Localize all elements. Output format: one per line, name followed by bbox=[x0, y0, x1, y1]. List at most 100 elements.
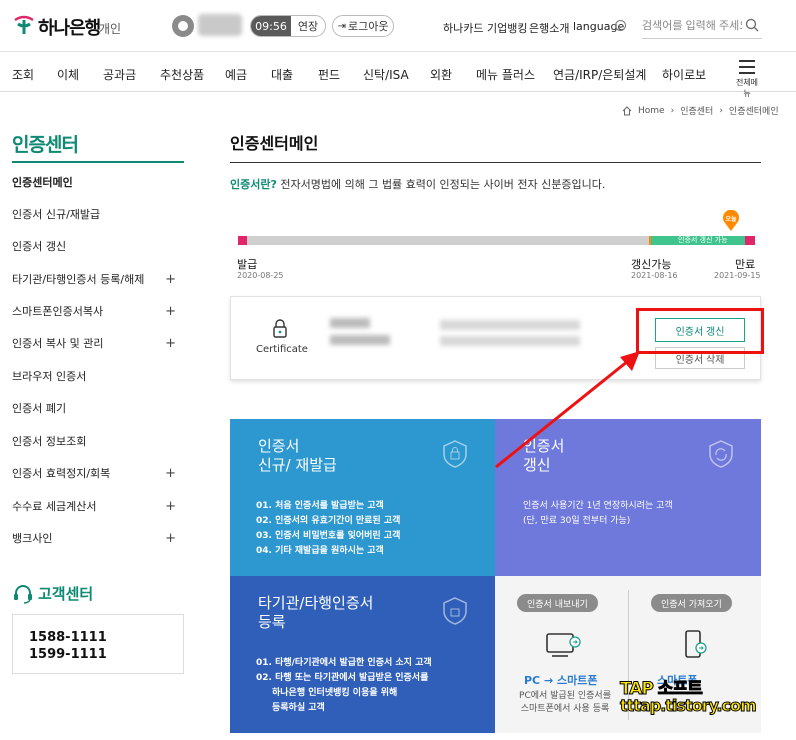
pc-to-phone-desc: PC에서 발급된 인증서를 스마트폰에서 사용 등록 bbox=[514, 690, 616, 716]
issue-date: 2020-08-25 bbox=[237, 271, 284, 280]
sidebar-item-smartphone-copy[interactable]: 스마트폰인증서복사 + bbox=[12, 301, 184, 321]
plus-icon[interactable]: + bbox=[165, 499, 176, 514]
gnb-item-fund[interactable]: 펀드 bbox=[318, 66, 340, 83]
plus-icon[interactable]: + bbox=[165, 304, 176, 319]
link-bank-intro[interactable]: 은행소개 bbox=[529, 20, 569, 36]
link-hanacard[interactable]: 하나카드 bbox=[443, 20, 483, 36]
gnb-item-menu-plus[interactable]: 메뉴 플러스 bbox=[476, 66, 535, 83]
gnb-item-hairobo[interactable]: 하이로보 bbox=[662, 66, 706, 83]
sidebar-item-cert-revoke[interactable]: 인증서 폐기 bbox=[12, 398, 184, 418]
plus-icon[interactable]: + bbox=[165, 336, 176, 351]
sidebar-item-cert-copy-manage[interactable]: 인증서 복사 및 관리 + bbox=[12, 333, 184, 353]
bank-name[interactable]: 하나은행 bbox=[38, 14, 101, 40]
sidebar-item-other-cert[interactable]: 타기관/타행인증서 등록/해제 + bbox=[12, 269, 184, 289]
gnb-item-deposit[interactable]: 예금 bbox=[225, 66, 247, 83]
hamburger-icon bbox=[739, 60, 755, 74]
expire-label: 만료 bbox=[735, 258, 756, 271]
pc-to-phone-title[interactable]: PC → 스마트폰 bbox=[524, 672, 598, 688]
tile-title-line: 타기관/타행인증서 bbox=[258, 594, 374, 612]
phone-number[interactable]: 1588-1111 bbox=[29, 629, 183, 646]
hana-logo-icon[interactable] bbox=[12, 14, 36, 36]
timer-value: 09:56 bbox=[251, 16, 291, 36]
plus-icon[interactable]: + bbox=[165, 531, 176, 546]
title-divider bbox=[230, 162, 761, 163]
gnb-item-trust-isa[interactable]: 신탁/ISA bbox=[363, 66, 409, 83]
tile-description: 인증서 사용기간 1년 연장하시려는 고객 (단, 만료 30일 전부터 가능) bbox=[523, 499, 673, 529]
logout-button[interactable]: ⇥ 로그아웃 bbox=[332, 15, 394, 37]
search-input[interactable] bbox=[642, 13, 762, 39]
timeline-renew-range-label: 인증서 갱신 가능 bbox=[678, 236, 728, 244]
sidebar-item-cert-main[interactable]: 인증센터메인 bbox=[12, 172, 184, 192]
gnb-item-pension[interactable]: 연금/IRP/은퇴설계 bbox=[553, 66, 646, 83]
desc-line: 스마트폰에서 사용 등록 bbox=[520, 704, 610, 714]
extend-button[interactable]: 연장 bbox=[291, 16, 325, 36]
pc-export-icon bbox=[546, 633, 581, 657]
sidebar-item-browser-cert[interactable]: 브라우저 인증서 bbox=[12, 366, 184, 386]
customer-center-phones: 1588-1111 1599-1111 bbox=[12, 614, 184, 674]
expire-date: 2021-09-15 bbox=[714, 271, 761, 280]
link-corporate-banking[interactable]: 기업뱅킹 bbox=[487, 20, 527, 36]
sidebar-item-fee-invoice[interactable]: 수수료 세금계산서 + bbox=[12, 496, 184, 516]
tile-title: 인증서 신규/ 재발급 bbox=[258, 437, 337, 475]
cert-owner-blurred bbox=[330, 318, 370, 328]
sidebar-item-label: 인증센터메인 bbox=[12, 176, 73, 189]
sidebar-item-label: 인증서 폐기 bbox=[12, 402, 67, 415]
cert-validity-timeline: 인증서 갱신 가능 bbox=[238, 236, 755, 245]
export-cert-button[interactable]: 인증서 내보내기 bbox=[517, 594, 598, 612]
customer-center-title: 고객센터 bbox=[12, 583, 93, 604]
breadcrumb-separator: › bbox=[719, 105, 723, 116]
import-cert-button[interactable]: 인증서 가져오기 bbox=[651, 594, 732, 612]
gnb-item-foreign-exchange[interactable]: 외환 bbox=[430, 66, 452, 83]
user-avatar-icon bbox=[172, 15, 194, 37]
sidebar-item-label: 인증서 신규/재발급 bbox=[12, 208, 101, 221]
tile-cert-issue[interactable]: 인증서 신규/ 재발급 01. 처음 인증서를 발급받는 고객 02. 인증서의 … bbox=[230, 419, 495, 576]
certificate-label: Certificate bbox=[256, 344, 308, 355]
gnb-item-transfer[interactable]: 이체 bbox=[57, 66, 79, 83]
breadcrumb-separator: › bbox=[670, 105, 675, 116]
bank-sub-label: 개인 bbox=[99, 22, 122, 36]
intro-text: 인증서란? 전자서명법에 의해 그 법률 효력이 인정되는 사이버 전자 신분증… bbox=[230, 176, 605, 192]
breadcrumb-current: 인증센터메인 bbox=[728, 107, 779, 117]
gnb-item-loan[interactable]: 대출 bbox=[271, 66, 293, 83]
sidebar-item-label: 수수료 세금계산서 bbox=[12, 500, 97, 513]
home-icon[interactable] bbox=[622, 105, 632, 116]
sidebar-item-cert-issue[interactable]: 인증서 신규/재발급 bbox=[12, 204, 184, 224]
list-item: 01. 처음 인증서를 발급받는 고객 bbox=[256, 501, 384, 511]
user-name-blurred bbox=[198, 14, 242, 36]
sidebar-item-cert-info[interactable]: 인증서 정보조회 bbox=[12, 431, 184, 451]
list-item: 등록하실 고객 bbox=[272, 703, 325, 713]
phone-number[interactable]: 1599-1111 bbox=[29, 646, 183, 663]
plus-icon[interactable]: + bbox=[165, 466, 176, 481]
today-label: 오늘 bbox=[725, 216, 737, 223]
sidebar-item-label: 인증서 갱신 bbox=[12, 240, 67, 253]
logout-icon: ⇥ bbox=[337, 20, 346, 32]
list-item: 03. 인증서 비밀번호를 잊어버린 고객 bbox=[256, 531, 401, 541]
desc-line: PC에서 발급된 인증서를 bbox=[519, 691, 611, 701]
breadcrumb-cert-center[interactable]: 인증센터 bbox=[680, 104, 713, 117]
list-item: 02. 인증서의 유효기간이 만료된 고객 bbox=[256, 516, 401, 526]
cert-detail-blurred bbox=[440, 320, 580, 330]
chevron-down-icon[interactable]: ⌄ bbox=[615, 20, 626, 31]
gnb-item-utility[interactable]: 공과금 bbox=[103, 66, 136, 83]
tile-other-cert-register[interactable]: 타기관/타행인증서 등록 01. 타행/타기관에서 발급한 인증서 소지 고객 0… bbox=[230, 576, 495, 733]
renew-available-date: 2021-08-16 bbox=[631, 271, 678, 280]
sidebar-item-banksign[interactable]: 뱅크사인 + bbox=[12, 528, 184, 548]
breadcrumb-home[interactable]: Home bbox=[638, 106, 665, 116]
sidebar-item-label: 브라우저 인증서 bbox=[12, 370, 87, 383]
list-item: 01. 타행/타기관에서 발급한 인증서 소지 고객 bbox=[256, 658, 432, 668]
search-icon[interactable] bbox=[745, 18, 759, 32]
gnb-item-inquiry[interactable]: 조회 bbox=[12, 66, 34, 83]
cert-owner-blurred bbox=[330, 335, 390, 345]
page-title: 인증센터메인 bbox=[230, 134, 319, 153]
sidebar-title: 인증센터 bbox=[12, 134, 79, 156]
plus-icon[interactable]: + bbox=[165, 272, 176, 287]
gnb-item-recommend[interactable]: 추천상품 bbox=[160, 66, 204, 83]
sidebar-item-cert-renew[interactable]: 인증서 갱신 bbox=[12, 236, 184, 256]
all-menu-button[interactable]: 전체메뉴 bbox=[733, 58, 761, 98]
tile-title: 타기관/타행인증서 등록 bbox=[258, 594, 373, 632]
shield-check-icon bbox=[443, 597, 467, 625]
sidebar-item-label: 뱅크사인 bbox=[12, 532, 53, 545]
annotation-highlight-box bbox=[636, 308, 764, 354]
tile-desc-line: (단, 만료 30일 전부터 가능) bbox=[523, 516, 631, 526]
sidebar-item-cert-suspend[interactable]: 인증서 효력정지/회복 + bbox=[12, 463, 184, 483]
